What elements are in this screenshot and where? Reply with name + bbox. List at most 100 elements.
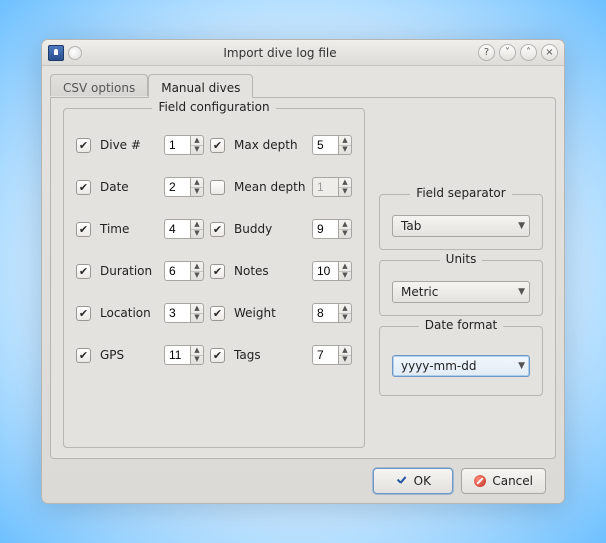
chevron-down-icon[interactable]: ▼ [339, 314, 351, 323]
chevron-up-icon[interactable]: ▲ [191, 136, 203, 146]
tags-label: Tags [234, 348, 306, 362]
chevron-up-icon: ▲ [339, 178, 351, 188]
field-separator-group: Field separator Tab ▼ [379, 194, 543, 250]
cancel-button[interactable]: Cancel [461, 468, 546, 494]
maxdepth-input[interactable] [312, 135, 338, 155]
chevron-down-icon[interactable]: ▼ [339, 356, 351, 365]
help-button[interactable]: ? [478, 44, 495, 61]
spin-arrows[interactable]: ▲▼ [338, 261, 352, 281]
buddy-input[interactable] [312, 219, 338, 239]
tags-checkbox[interactable]: ✔ [210, 348, 225, 363]
cancel-label: Cancel [492, 474, 533, 488]
spin-arrows[interactable]: ▲▼ [338, 135, 352, 155]
chevron-down-icon[interactable]: ▼ [339, 272, 351, 281]
minimize-button[interactable]: ˅ [499, 44, 516, 61]
date-checkbox[interactable]: ✔ [76, 180, 91, 195]
chevron-down-icon: ▼ [518, 361, 525, 371]
maxdepth-spin[interactable]: ▲▼ [312, 135, 352, 155]
spin-arrows[interactable]: ▲▼ [190, 219, 204, 239]
spin-arrows[interactable]: ▲▼ [190, 261, 204, 281]
date-input[interactable] [164, 177, 190, 197]
location-checkbox[interactable]: ✔ [76, 306, 91, 321]
button-bar: OK Cancel [50, 459, 556, 503]
duration-checkbox[interactable]: ✔ [76, 264, 91, 279]
notes-spin[interactable]: ▲▼ [312, 261, 352, 281]
notes-checkbox[interactable]: ✔ [210, 264, 225, 279]
gps-spin[interactable]: ▲▼ [164, 345, 204, 365]
chevron-down-icon[interactable]: ▼ [191, 146, 203, 155]
weight-checkbox[interactable]: ✔ [210, 306, 225, 321]
date-spin[interactable]: ▲▼ [164, 177, 204, 197]
chevron-down-icon[interactable]: ▼ [191, 356, 203, 365]
location-input[interactable] [164, 303, 190, 323]
units-title: Units [440, 252, 483, 266]
meandepth-checkbox[interactable] [210, 180, 225, 195]
chevron-up-icon[interactable]: ▲ [339, 346, 351, 356]
close-button[interactable]: × [541, 44, 558, 61]
spin-arrows[interactable]: ▲▼ [338, 219, 352, 239]
pin-icon[interactable] [68, 46, 82, 60]
chevron-down-icon[interactable]: ▼ [339, 146, 351, 155]
notes-input[interactable] [312, 261, 338, 281]
date-label: Date [100, 180, 158, 194]
chevron-up-icon[interactable]: ▲ [339, 262, 351, 272]
duration-label: Duration [100, 264, 158, 278]
buddy-spin[interactable]: ▲▼ [312, 219, 352, 239]
field-separator-combo[interactable]: Tab ▼ [392, 215, 530, 237]
chevron-up-icon[interactable]: ▲ [191, 220, 203, 230]
chevron-up-icon[interactable]: ▲ [191, 304, 203, 314]
location-spin[interactable]: ▲▼ [164, 303, 204, 323]
dive-input[interactable] [164, 135, 190, 155]
tags-input[interactable] [312, 345, 338, 365]
units-group: Units Metric ▼ [379, 260, 543, 316]
time-checkbox[interactable]: ✔ [76, 222, 91, 237]
notes-label: Notes [234, 264, 306, 278]
gps-input[interactable] [164, 345, 190, 365]
meandepth-spin[interactable]: ▲▼ [312, 177, 352, 197]
spin-arrows[interactable]: ▲▼ [338, 303, 352, 323]
units-combo[interactable]: Metric ▼ [392, 281, 530, 303]
tab-csv-options[interactable]: CSV options [50, 74, 148, 96]
spin-arrows[interactable]: ▲▼ [190, 135, 204, 155]
chevron-down-icon[interactable]: ▼ [191, 230, 203, 239]
spin-arrows[interactable]: ▲▼ [338, 345, 352, 365]
chevron-up-icon[interactable]: ▲ [339, 136, 351, 146]
maxdepth-label: Max depth [234, 138, 306, 152]
field-separator-value: Tab [401, 219, 518, 233]
chevron-down-icon[interactable]: ▼ [339, 230, 351, 239]
tags-spin[interactable]: ▲▼ [312, 345, 352, 365]
date-format-combo[interactable]: yyyy-mm-dd ▼ [392, 355, 530, 377]
duration-spin[interactable]: ▲▼ [164, 261, 204, 281]
dive-checkbox[interactable]: ✔ [76, 138, 91, 153]
spin-arrows[interactable]: ▲▼ [190, 303, 204, 323]
dive-label: Dive # [100, 138, 158, 152]
weight-input[interactable] [312, 303, 338, 323]
chevron-down-icon[interactable]: ▼ [191, 272, 203, 281]
chevron-up-icon[interactable]: ▲ [191, 346, 203, 356]
weight-spin[interactable]: ▲▼ [312, 303, 352, 323]
chevron-up-icon[interactable]: ▲ [339, 304, 351, 314]
tab-page: Field configuration ✔ Dive # ▲▼ ✔ Max de… [50, 97, 556, 459]
buddy-checkbox[interactable]: ✔ [210, 222, 225, 237]
time-spin[interactable]: ▲▼ [164, 219, 204, 239]
weight-label: Weight [234, 306, 306, 320]
tab-row: CSV options Manual dives [50, 74, 556, 98]
buddy-label: Buddy [234, 222, 306, 236]
chevron-up-icon[interactable]: ▲ [191, 262, 203, 272]
time-input[interactable] [164, 219, 190, 239]
tab-manual-dives[interactable]: Manual dives [148, 74, 253, 98]
spin-arrows[interactable]: ▲▼ [190, 177, 204, 197]
chevron-down-icon[interactable]: ▼ [191, 188, 203, 197]
tab-manual-label: Manual dives [161, 81, 240, 95]
duration-input[interactable] [164, 261, 190, 281]
chevron-down-icon[interactable]: ▼ [191, 314, 203, 323]
maximize-button[interactable]: ˄ [520, 44, 537, 61]
chevron-up-icon[interactable]: ▲ [191, 178, 203, 188]
maxdepth-checkbox[interactable]: ✔ [210, 138, 225, 153]
spin-arrows[interactable]: ▲▼ [190, 345, 204, 365]
dive-spin[interactable]: ▲▼ [164, 135, 204, 155]
chevron-up-icon[interactable]: ▲ [339, 220, 351, 230]
ok-button[interactable]: OK [373, 468, 453, 494]
gps-checkbox[interactable]: ✔ [76, 348, 91, 363]
meandepth-input [312, 177, 338, 197]
